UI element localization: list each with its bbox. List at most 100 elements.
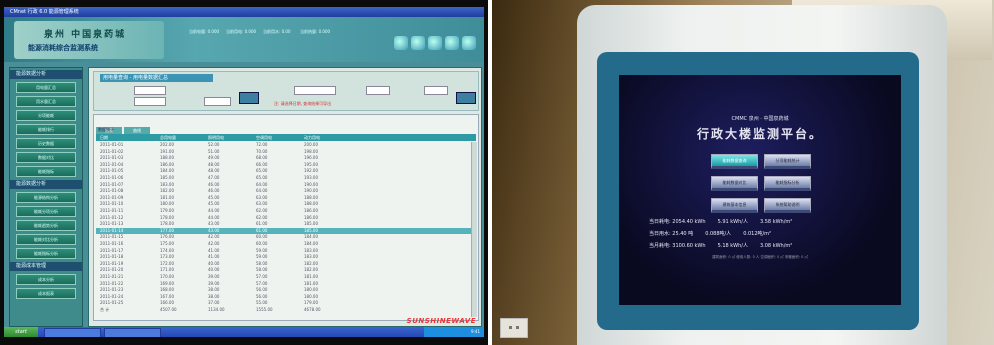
table-row[interactable]: 2011-01-14 177.00 43.00 61.00 185.00 <box>96 227 476 234</box>
date-start-input[interactable] <box>134 86 166 95</box>
table-cell: 183.00 <box>304 254 318 260</box>
table-row[interactable]: 2011-01-15 176.00 42.00 60.00 184.00 <box>96 234 476 240</box>
table-row[interactable]: 2011-01-21 170.00 39.00 57.00 181.00 <box>96 274 476 280</box>
kiosk-button-info[interactable]: 建筑基本信息 <box>711 198 758 213</box>
table-cell: 57.00 <box>256 280 268 286</box>
settings-icon[interactable] <box>428 36 442 50</box>
table-row[interactable]: 2011-01-10 180.00 45.00 63.00 188.00 <box>96 201 476 207</box>
table-cell: 39.00 <box>208 274 220 279</box>
sidebar-item[interactable]: 能耗指标 <box>16 166 76 177</box>
table-cell: 179.00 <box>304 300 318 306</box>
kiosk-stat-row: 当日用水: 25.40 吨 0.088吨/人 0.012吨/m² <box>649 230 783 237</box>
table-cell: 64.00 <box>256 188 268 194</box>
table-row[interactable]: 2011-01-17 174.00 41.00 59.00 183.00 <box>96 248 476 254</box>
table-cell: 2011-01-03 <box>100 155 124 161</box>
value-field[interactable] <box>366 86 390 95</box>
table-cell: 2011-01-25 <box>100 300 124 306</box>
table-row[interactable]: 2011-01-02 191.00 51.00 70.00 198.00 <box>96 149 476 155</box>
table-row[interactable]: 合 计 4507.00 1134.00 1555.00 4678.00 <box>96 307 476 313</box>
meter-select[interactable] <box>294 86 336 95</box>
sidebar-item[interactable]: 成本分析 <box>16 274 76 285</box>
table-row[interactable]: 2011-01-19 172.00 40.00 58.00 182.00 <box>96 261 476 267</box>
kiosk-button-compare[interactable]: 能耗数据对比 <box>711 176 758 191</box>
table-row[interactable]: 2011-01-24 167.00 38.00 56.00 180.00 <box>96 294 476 300</box>
kiosk-button-query[interactable]: 能耗数据查询 <box>711 154 758 169</box>
window-titlebar: CMnet 行政 6.0 能源管理系统 <box>4 7 484 17</box>
table-cell: 175.00 <box>160 241 174 246</box>
table-cell: 2011-01-05 <box>100 168 124 174</box>
table-cell: 184.00 <box>304 234 318 240</box>
taskbar-app-button[interactable] <box>104 328 161 337</box>
user-icon[interactable] <box>445 36 459 50</box>
sidebar-item[interactable]: 数据对比 <box>16 152 76 163</box>
table-scrollbar[interactable] <box>471 142 477 317</box>
sidebar-item[interactable]: 能耗趋势分析 <box>16 220 76 231</box>
sidebar-item[interactable]: 能源结构分析 <box>16 192 76 203</box>
table-row[interactable]: 2011-01-16 175.00 42.00 60.00 184.00 <box>96 241 476 247</box>
table-row[interactable]: 2011-01-06 185.00 47.00 65.00 193.00 <box>96 175 476 181</box>
table-cell: 188.00 <box>304 201 318 207</box>
stat-per-area: 3.08 kWh/m² <box>759 243 793 249</box>
kiosk-button-label: 能耗数据对比 <box>722 180 747 185</box>
table-row[interactable]: 2011-01-08 182.00 46.00 64.00 190.00 <box>96 188 476 194</box>
table-row[interactable]: 2011-01-13 178.00 43.00 61.00 185.00 <box>96 221 476 227</box>
table-cell: 49.00 <box>208 155 220 161</box>
table-cell: 1134.00 <box>208 307 225 312</box>
sidebar-item[interactable]: 用电量汇总 <box>16 82 76 93</box>
table-cell: 200.00 <box>304 142 318 147</box>
table-cell: 2011-01-19 <box>100 260 124 266</box>
table-cell: 4678.00 <box>304 307 321 312</box>
date-end-input[interactable] <box>134 97 166 106</box>
desktop-screen: CMnet 行政 6.0 能源管理系统 泉州 中国泉药城 能源消耗综合监测系统 … <box>4 7 484 337</box>
kiosk-button-help[interactable]: 系统帮助说明 <box>764 198 811 213</box>
table-cell: 190.00 <box>304 188 318 194</box>
table-row[interactable]: 2011-01-01 202.00 52.00 72.00 200.00 <box>96 142 476 148</box>
sidebar-item[interactable]: 分项能耗 <box>16 110 76 121</box>
category-select[interactable] <box>204 97 231 106</box>
logo-title: 泉州 中国泉药城 <box>44 30 127 40</box>
table-row[interactable]: 2011-01-25 166.00 37.00 55.00 179.00 <box>96 300 476 306</box>
table-row[interactable]: 2011-01-03 188.00 49.00 68.00 196.00 <box>96 155 476 161</box>
table-cell: 185.00 <box>304 227 318 233</box>
table-cell: 188.00 <box>304 194 318 200</box>
data-table: 报表 曲线 数据统计 日期 总用电量 照明用电 空调用电 动力用电 2011-01… <box>93 114 479 321</box>
table-row[interactable]: 2011-01-12 178.00 44.00 62.00 186.00 <box>96 215 476 221</box>
kiosk-screen: CMMC 泉州 · 中国泉药城 行政大楼监测平台。 能耗数据查询 分项能耗统计 … <box>619 75 901 305</box>
sidebar-item[interactable]: 用水量汇总 <box>16 96 76 107</box>
kiosk-button-index[interactable]: 能耗指标分析 <box>764 176 811 191</box>
table-cell: 42.00 <box>208 241 220 246</box>
table-cell: 2011-01-04 <box>100 161 124 167</box>
sidebar-item[interactable]: 能耗对比分析 <box>16 234 76 245</box>
taskbar-app-button[interactable] <box>44 328 101 337</box>
value-field-2[interactable] <box>424 86 448 95</box>
table-row[interactable]: 2011-01-05 184.00 48.00 65.00 192.00 <box>96 168 476 174</box>
table-cell: 2011-01-06 <box>100 175 124 180</box>
kiosk-button-stats[interactable]: 分项能耗统计 <box>764 154 811 169</box>
column-header: 日期 <box>100 135 108 140</box>
table-cell: 58.00 <box>256 260 268 266</box>
table-cell: 180.00 <box>160 201 174 207</box>
table-row[interactable]: 2011-01-18 173.00 41.00 59.00 183.00 <box>96 254 476 260</box>
home-icon[interactable] <box>394 36 408 50</box>
table-row[interactable]: 2011-01-22 169.00 39.00 57.00 181.00 <box>96 281 476 287</box>
table-row[interactable]: 2011-01-04 186.00 48.00 66.00 195.00 <box>96 162 476 168</box>
sidebar-item[interactable]: 历史数据 <box>16 138 76 149</box>
table-row[interactable]: 2011-01-11 179.00 44.00 62.00 186.00 <box>96 208 476 214</box>
sidebar-item[interactable]: 成本报表 <box>16 288 76 299</box>
table-cell: 186.00 <box>304 208 318 213</box>
table-row[interactable]: 2011-01-23 168.00 38.00 56.00 180.00 <box>96 287 476 293</box>
table-row[interactable]: 2011-01-07 183.00 46.00 64.00 190.00 <box>96 182 476 188</box>
stat-value: 当日耗电: 2054.40 kWh <box>649 219 706 225</box>
table-row[interactable]: 2011-01-09 181.00 45.00 63.00 188.00 <box>96 195 476 201</box>
table-row[interactable]: 2011-01-20 171.00 40.00 58.00 182.00 <box>96 267 476 273</box>
sidebar-item[interactable]: 能耗排行 <box>16 124 76 135</box>
start-button[interactable]: start <box>4 327 38 337</box>
sidebar-item[interactable]: 能耗指标分析 <box>16 248 76 259</box>
table-cell: 2011-01-17 <box>100 247 124 253</box>
kiosk-stat-row: 当月耗电: 3100.60 kWh 5.18 kWh/人 3.08 kWh/m² <box>649 242 804 249</box>
exit-icon[interactable] <box>462 36 476 50</box>
refresh-icon[interactable] <box>411 36 425 50</box>
sidebar-item[interactable]: 能耗分项分析 <box>16 206 76 217</box>
query-button[interactable] <box>239 92 259 104</box>
export-button[interactable] <box>456 92 476 104</box>
